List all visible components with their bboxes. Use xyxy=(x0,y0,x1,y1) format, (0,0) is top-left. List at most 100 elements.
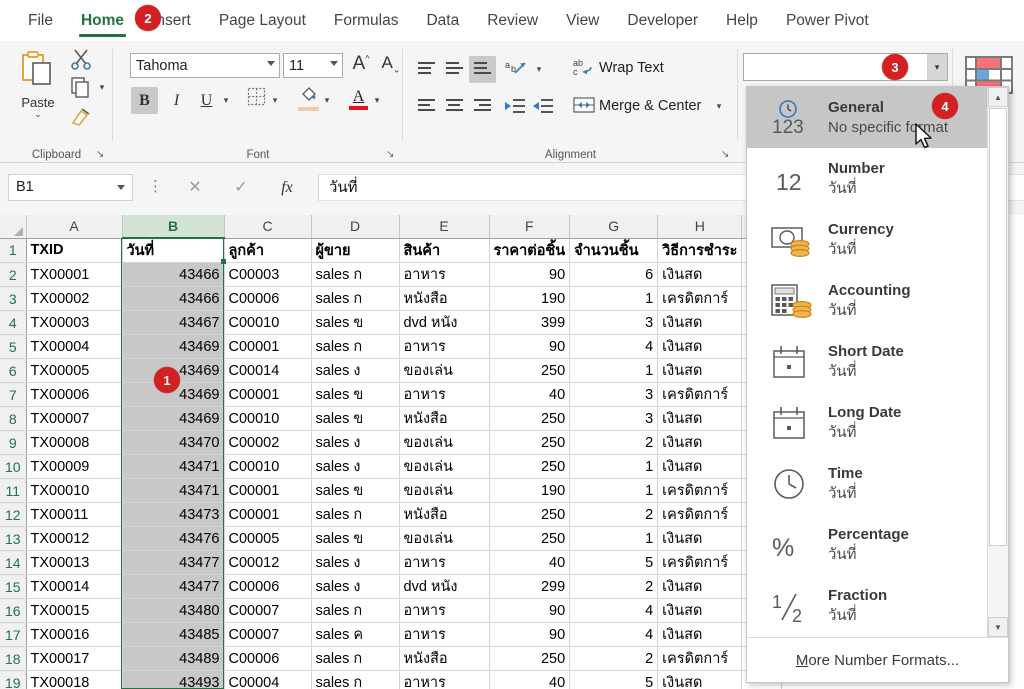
number-format-item-percentage[interactable]: % Percentage วันที่ xyxy=(747,514,987,575)
cell-E12[interactable]: หนังสือ xyxy=(399,502,490,527)
cell-F11[interactable]: 190 xyxy=(489,478,571,503)
cell-D19[interactable]: sales ก xyxy=(311,670,400,689)
cell-H3[interactable]: เครดิตการ์ xyxy=(657,286,743,311)
cell-E3[interactable]: หนังสือ xyxy=(399,286,490,311)
cell-D1[interactable]: ผู้ขาย xyxy=(311,238,400,263)
cell-H17[interactable]: เงินสด xyxy=(657,622,743,647)
cell-D15[interactable]: sales ง xyxy=(311,574,400,599)
fill-color-dropdown-caret[interactable]: ▾ xyxy=(321,87,333,114)
bold-button[interactable]: B xyxy=(131,87,158,114)
ribbon-tab-help[interactable]: Help xyxy=(712,0,772,41)
cell-A19[interactable]: TX00018 xyxy=(26,670,123,689)
cell-E14[interactable]: อาหาร xyxy=(399,550,490,575)
cell-D3[interactable]: sales ก xyxy=(311,286,400,311)
cell-B2[interactable]: 43466 xyxy=(122,262,225,287)
cell-E7[interactable]: อาหาร xyxy=(399,382,490,407)
cell-E10[interactable]: ของเล่น xyxy=(399,454,490,479)
cell-B8[interactable]: 43469 xyxy=(122,406,225,431)
cell-F14[interactable]: 40 xyxy=(489,550,571,575)
cell-D9[interactable]: sales ง xyxy=(311,430,400,455)
cell-F5[interactable]: 90 xyxy=(489,334,571,359)
cell-E1[interactable]: สินค้า xyxy=(399,238,490,263)
chevron-down-icon[interactable] xyxy=(117,185,125,190)
cell-A11[interactable]: TX00010 xyxy=(26,478,123,503)
row-header-14[interactable]: 14 xyxy=(0,550,27,575)
orientation-dropdown-caret[interactable]: ▾ xyxy=(533,56,545,83)
cell-H14[interactable]: เครดิตการ์ xyxy=(657,550,743,575)
cell-A1[interactable]: TXID xyxy=(26,238,123,263)
row-header-10[interactable]: 10 xyxy=(0,454,27,479)
row-header-13[interactable]: 13 xyxy=(0,526,27,551)
cell-C13[interactable]: C00005 xyxy=(224,526,312,551)
confirm-entry-button[interactable]: ✓ xyxy=(224,176,258,200)
column-header-H[interactable]: H xyxy=(657,215,743,239)
number-format-dropdown-caret[interactable]: ▾ xyxy=(927,54,947,80)
cell-E15[interactable]: dvd หนัง xyxy=(399,574,490,599)
cell-C18[interactable]: C00006 xyxy=(224,646,312,671)
cell-H19[interactable]: เงินสด xyxy=(657,670,743,689)
cell-G6[interactable]: 1 xyxy=(569,358,659,383)
cell-D4[interactable]: sales ข xyxy=(311,310,400,335)
row-header-3[interactable]: 3 xyxy=(0,286,27,311)
cell-G4[interactable]: 3 xyxy=(569,310,659,335)
row-header-8[interactable]: 8 xyxy=(0,406,27,431)
cell-G7[interactable]: 3 xyxy=(569,382,659,407)
number-format-item-number[interactable]: 12 Number วันที่ xyxy=(747,148,987,209)
ribbon-tab-developer[interactable]: Developer xyxy=(613,0,712,41)
cell-C14[interactable]: C00012 xyxy=(224,550,312,575)
number-format-item-accounting[interactable]: Accounting วันที่ xyxy=(747,270,987,331)
underline-button[interactable]: U xyxy=(193,87,220,114)
cell-A18[interactable]: TX00017 xyxy=(26,646,123,671)
cell-D11[interactable]: sales ข xyxy=(311,478,400,503)
cell-A17[interactable]: TX00016 xyxy=(26,622,123,647)
cell-G11[interactable]: 1 xyxy=(569,478,659,503)
formula-bar-grip[interactable]: ⋮ xyxy=(148,178,163,196)
cell-C12[interactable]: C00001 xyxy=(224,502,312,527)
cell-F3[interactable]: 190 xyxy=(489,286,571,311)
ribbon-tab-data[interactable]: Data xyxy=(412,0,473,41)
cell-E8[interactable]: หนังสือ xyxy=(399,406,490,431)
cell-F18[interactable]: 250 xyxy=(489,646,571,671)
cell-C8[interactable]: C00010 xyxy=(224,406,312,431)
cell-G1[interactable]: จำนวนชิ้น xyxy=(569,238,659,263)
number-format-item-long-date[interactable]: Long Date วันที่ xyxy=(747,392,987,453)
cell-F2[interactable]: 90 xyxy=(489,262,571,287)
cell-D6[interactable]: sales ง xyxy=(311,358,400,383)
cell-D13[interactable]: sales ข xyxy=(311,526,400,551)
scroll-down-button[interactable]: ▼ xyxy=(988,617,1008,637)
cell-E5[interactable]: อาหาร xyxy=(399,334,490,359)
cell-G2[interactable]: 6 xyxy=(569,262,659,287)
cell-A16[interactable]: TX00015 xyxy=(26,598,123,623)
cell-G3[interactable]: 1 xyxy=(569,286,659,311)
align-top-button[interactable] xyxy=(413,56,440,83)
decrease-font-size-button[interactable]: A⌄ xyxy=(378,53,404,79)
column-header-A[interactable]: A xyxy=(26,215,123,239)
cell-C7[interactable]: C00001 xyxy=(224,382,312,407)
cell-G12[interactable]: 2 xyxy=(569,502,659,527)
cell-C1[interactable]: ลูกค้า xyxy=(224,238,312,263)
number-format-dropdown-menu[interactable]: 123 General No specific format 12 Number วันท… xyxy=(746,86,1009,683)
cell-B12[interactable]: 43473 xyxy=(122,502,225,527)
more-number-formats-button[interactable]: More Number Formats... xyxy=(747,637,1008,682)
clipboard-dialog-launcher[interactable]: ↘ xyxy=(96,149,107,160)
cell-A13[interactable]: TX00012 xyxy=(26,526,123,551)
cell-H16[interactable]: เงินสด xyxy=(657,598,743,623)
cell-H15[interactable]: เงินสด xyxy=(657,574,743,599)
cell-G15[interactable]: 2 xyxy=(569,574,659,599)
ribbon-tab-review[interactable]: Review xyxy=(473,0,552,41)
fill-color-button[interactable] xyxy=(295,85,322,112)
cell-F10[interactable]: 250 xyxy=(489,454,571,479)
merge-center-button[interactable]: Merge & Center xyxy=(573,93,701,120)
cell-D2[interactable]: sales ก xyxy=(311,262,400,287)
column-header-B[interactable]: B xyxy=(122,215,225,239)
cell-A10[interactable]: TX00009 xyxy=(26,454,123,479)
cell-E6[interactable]: ของเล่น xyxy=(399,358,490,383)
cell-G19[interactable]: 5 xyxy=(569,670,659,689)
cell-C6[interactable]: C00014 xyxy=(224,358,312,383)
cell-H8[interactable]: เงินสด xyxy=(657,406,743,431)
cell-B18[interactable]: 43489 xyxy=(122,646,225,671)
align-right-button[interactable] xyxy=(469,93,496,120)
cell-H13[interactable]: เงินสด xyxy=(657,526,743,551)
dropdown-scrollbar[interactable]: ▲ ▼ xyxy=(987,87,1008,637)
format-painter-button[interactable] xyxy=(66,105,96,131)
